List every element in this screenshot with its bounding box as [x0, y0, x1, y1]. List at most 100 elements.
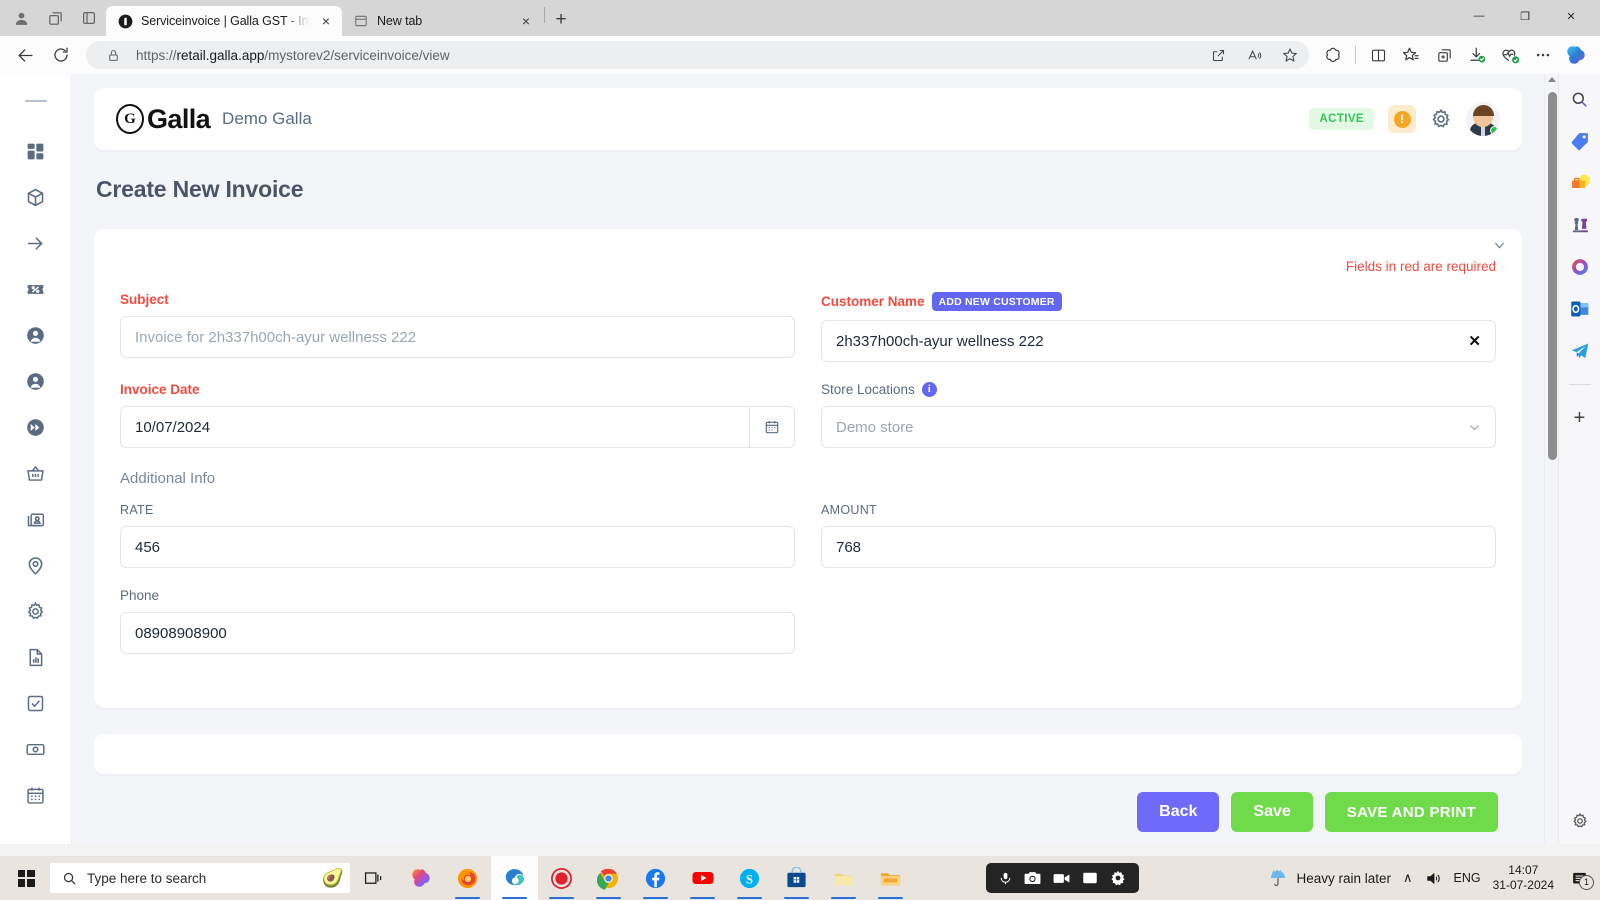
maximize-button[interactable]: ❐ [1502, 0, 1548, 32]
gear-icon[interactable] [1567, 808, 1593, 834]
sidebar-item-suppliers[interactable] [13, 358, 59, 404]
add-new-customer-button[interactable]: ADD NEW CUSTOMER [931, 292, 1062, 311]
telegram-icon[interactable] [1567, 338, 1593, 364]
taskbar-firefox-icon[interactable] [444, 856, 491, 900]
info-icon[interactable]: i [921, 382, 937, 397]
sidebar-collapse-handle[interactable] [24, 100, 47, 102]
games-chess-icon[interactable] [1567, 212, 1593, 238]
browser-tab-1[interactable]: New tab × [342, 6, 542, 36]
search-input[interactable]: Type here to search [87, 871, 312, 886]
scroll-up-arrow-icon[interactable] [1548, 77, 1556, 82]
tools-icon[interactable] [1567, 170, 1593, 196]
notification-icon[interactable]: 1 [1566, 870, 1594, 890]
sidebar-item-products[interactable] [13, 174, 59, 220]
warning-button[interactable]: ! [1388, 105, 1416, 133]
close-window-button[interactable]: ✕ [1548, 0, 1594, 32]
task-view-icon[interactable] [350, 856, 397, 900]
open-in-app-icon[interactable] [1205, 43, 1231, 67]
collections-icon[interactable] [38, 1, 72, 35]
mic-icon[interactable] [998, 871, 1013, 886]
rate-input[interactable]: 456 [120, 526, 795, 568]
sidebar-item-payments[interactable] [13, 726, 59, 772]
back-button[interactable]: Back [1137, 792, 1220, 832]
taskbar-clock[interactable]: 14:07 31-07-2024 [1493, 863, 1554, 893]
copilot-sidebar-icon[interactable] [1560, 40, 1592, 70]
invoice-date-input[interactable]: 10/07/2024 [120, 406, 749, 448]
microsoft365-icon[interactable] [1567, 254, 1593, 280]
taskbar-folder-yellow-icon[interactable] [820, 856, 867, 900]
clear-icon[interactable]: ✕ [1468, 332, 1481, 350]
app-sidebar [0, 74, 72, 844]
read-aloud-icon[interactable] [1241, 43, 1267, 67]
taskbar-file-explorer-icon[interactable] [867, 856, 914, 900]
split-screen-icon[interactable] [1362, 40, 1394, 70]
sidebar-item-calendar[interactable] [13, 772, 59, 818]
taskbar-search[interactable]: Type here to search 🥑 [50, 863, 350, 893]
favorites-icon[interactable] [1395, 40, 1427, 70]
taskbar-youtube-icon[interactable] [679, 856, 726, 900]
taskbar-skype-icon[interactable]: S [726, 856, 773, 900]
minimize-button[interactable]: — [1456, 0, 1502, 32]
back-arrow-icon[interactable] [8, 40, 42, 70]
language-indicator[interactable]: ENG [1454, 871, 1481, 885]
tab-close-icon[interactable]: × [518, 13, 534, 29]
avatar[interactable] [1466, 102, 1500, 136]
taskbar-screen-recorder-icon[interactable] [538, 856, 585, 900]
reload-icon[interactable] [44, 40, 78, 70]
outlook-icon[interactable] [1567, 296, 1593, 322]
taskbar-edge-icon[interactable] [491, 856, 538, 900]
start-button[interactable] [4, 856, 48, 900]
avocado-icon[interactable]: 🥑 [322, 868, 344, 889]
sidebar-item-offers[interactable] [13, 266, 59, 312]
copilot-icon[interactable] [1317, 40, 1349, 70]
chevron-down-icon[interactable] [1493, 239, 1506, 252]
sidebar-item-customers[interactable] [13, 312, 59, 358]
taskbar-facebook-icon[interactable] [632, 856, 679, 900]
video-icon[interactable] [1052, 869, 1071, 888]
collections-add-icon[interactable] [1428, 40, 1460, 70]
taskbar-chrome-icon[interactable] [585, 856, 632, 900]
tab-close-icon[interactable]: × [318, 13, 334, 29]
sidebar-item-transfer[interactable] [13, 220, 59, 266]
store-locations-select[interactable]: Demo store [821, 406, 1496, 448]
sidebar-item-tasks[interactable] [13, 680, 59, 726]
sidebar-item-reports[interactable] [13, 634, 59, 680]
phone-input[interactable]: 08908908900 [120, 612, 795, 654]
sidebar-item-dashboard[interactable] [13, 128, 59, 174]
sidebar-item-quick-actions[interactable] [13, 404, 59, 450]
camera-icon[interactable] [1023, 869, 1042, 888]
save-and-print-button[interactable]: SAVE AND PRINT [1324, 792, 1498, 832]
page-scrollbar[interactable] [1544, 74, 1558, 844]
downloads-icon[interactable] [1461, 40, 1493, 70]
settings-more-icon[interactable] [1527, 40, 1559, 70]
brand[interactable]: G Galla Demo Galla [116, 104, 312, 135]
amount-input[interactable]: 768 [821, 526, 1496, 568]
scrollbar-thumb[interactable] [1548, 92, 1557, 460]
search-icon[interactable] [1567, 86, 1593, 112]
recorder-settings-icon[interactable] [1109, 869, 1127, 887]
sidebar-item-settings[interactable] [13, 588, 59, 634]
sidebar-item-sales[interactable] [13, 450, 59, 496]
shopping-tag-icon[interactable] [1567, 128, 1593, 154]
taskbar-copilot-icon[interactable] [397, 856, 444, 900]
browser-tab-0[interactable]: Serviceinvoice | Galla GST - Inven × [106, 6, 342, 36]
save-button[interactable]: Save [1231, 792, 1313, 832]
customer-name-input[interactable]: 2h337h00ch-ayur wellness 222 ✕ [821, 320, 1496, 362]
new-tab-button[interactable]: + [547, 6, 575, 34]
weather-widget[interactable]: Heavy rain later [1268, 868, 1391, 888]
sidebar-item-contacts[interactable] [13, 496, 59, 542]
profile-icon[interactable] [4, 1, 38, 35]
add-sidebar-app-button[interactable]: + [1567, 405, 1593, 431]
sidebar-item-locations[interactable] [13, 542, 59, 588]
address-bar[interactable]: https://retail.galla.app/mystorev2/servi… [86, 41, 1309, 69]
tab-actions-icon[interactable] [72, 1, 106, 35]
taskbar-microsoft-store-icon[interactable] [773, 856, 820, 900]
speaker-icon[interactable] [1425, 870, 1442, 887]
calendar-icon[interactable] [749, 406, 795, 448]
screen-icon[interactable] [1081, 869, 1099, 887]
tray-expand-chevron[interactable]: ∧ [1403, 870, 1413, 886]
browser-essentials-icon[interactable] [1494, 40, 1526, 70]
favorite-star-icon[interactable] [1277, 43, 1303, 67]
gear-icon[interactable] [1430, 108, 1452, 130]
subject-input[interactable]: Invoice for 2h337h00ch-ayur wellness 222 [120, 316, 795, 358]
